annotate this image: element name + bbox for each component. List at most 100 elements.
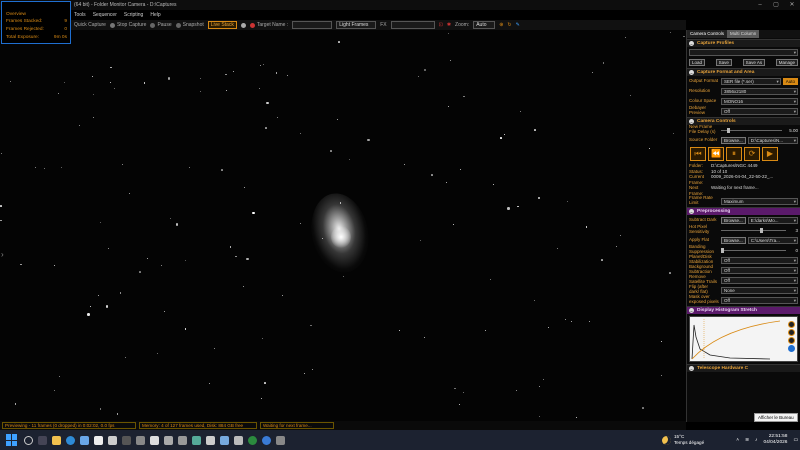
histogram-chart[interactable]	[689, 316, 798, 362]
weather-widget[interactable]: 15°C Temps dégagé	[662, 434, 704, 446]
manage-button[interactable]: Manage	[775, 58, 798, 66]
menu-sequencer[interactable]: Sequencer	[93, 12, 117, 18]
settings-icon[interactable]	[276, 435, 285, 445]
mask-select[interactable]: Off	[721, 296, 798, 304]
wifi-icon[interactable]: ≋	[745, 438, 749, 443]
new-frame-delay-slider[interactable]	[721, 127, 782, 133]
settings-icon[interactable]	[788, 337, 795, 344]
browser-icon[interactable]	[262, 435, 271, 445]
auto-button[interactable]: Auto	[782, 77, 798, 85]
sharpcap-icon[interactable]	[122, 435, 131, 445]
menu-help[interactable]: Help	[150, 12, 160, 18]
pause-icon[interactable]: ⏸	[726, 147, 742, 161]
windows-start-icon[interactable]	[6, 434, 18, 446]
tool-icon[interactable]	[136, 435, 145, 445]
maximize-icon[interactable]: ▢	[768, 0, 784, 10]
subtract-dark-browse-button[interactable]: Browse...	[721, 216, 746, 224]
output-format-select[interactable]: SER file (*.ser)	[721, 77, 781, 85]
target-name-input[interactable]	[292, 21, 333, 29]
chevron-up-icon[interactable]: ˄	[736, 438, 739, 443]
profile-select[interactable]	[689, 48, 798, 56]
telescope-header[interactable]: – Telescope Hardware C	[687, 364, 800, 372]
collapse-icon[interactable]: –	[689, 70, 694, 75]
preprocessing-header[interactable]: – Preprocessing	[687, 207, 800, 215]
menu-scripting[interactable]: Scripting	[124, 12, 143, 18]
document-icon[interactable]	[150, 435, 159, 445]
capture-profiles-header[interactable]: – Capture Profiles	[687, 39, 800, 47]
chrome-icon[interactable]	[248, 435, 257, 445]
rewind-icon[interactable]: ⏪	[708, 147, 724, 161]
task-view-icon[interactable]	[38, 435, 47, 445]
display-icon[interactable]	[206, 435, 215, 445]
collapse-icon[interactable]: –	[689, 366, 694, 371]
save-as-button[interactable]: Save As	[742, 58, 766, 66]
hot-pixel-slider[interactable]	[721, 227, 786, 233]
collapse-icon[interactable]: –	[689, 308, 694, 313]
notepad-icon[interactable]	[94, 435, 103, 445]
volume-icon[interactable]: ♪	[755, 438, 757, 443]
banding-slider[interactable]	[721, 247, 786, 253]
video-icon[interactable]	[178, 435, 187, 445]
flatten-select[interactable]: Off	[721, 256, 798, 264]
eyedropper-icon[interactable]: ✎	[516, 22, 520, 28]
debayer-select[interactable]: Off	[721, 107, 798, 115]
edge-icon[interactable]	[66, 435, 75, 445]
printer-icon[interactable]	[108, 435, 117, 445]
game-icon[interactable]	[192, 435, 201, 445]
menu-tools[interactable]: Tools	[74, 12, 86, 18]
tab-camera-controls[interactable]: Camera Controls	[687, 30, 728, 38]
slider-knob[interactable]	[760, 227, 763, 233]
search-icon[interactable]	[24, 435, 33, 445]
frame-rate-select[interactable]: Maximum	[721, 197, 798, 205]
reset-stretch-icon[interactable]	[788, 329, 795, 336]
grid-icon[interactable]: ✱	[447, 22, 451, 28]
pause-button[interactable]: Pause	[150, 22, 172, 28]
store-icon[interactable]	[80, 435, 89, 445]
snapshot-button[interactable]: Snapshot	[175, 22, 204, 28]
file-explorer-icon[interactable]	[52, 435, 61, 445]
capture-format-header[interactable]: – Capture Format and Area	[687, 68, 800, 76]
apply-flat-select[interactable]: C:\Users\Tra...	[747, 236, 798, 244]
save-button[interactable]: Save	[715, 58, 732, 66]
stop-capture-button[interactable]: Stop Capture	[109, 22, 146, 28]
quick-capture-button[interactable]: Quick Capture	[74, 22, 106, 28]
browse-button[interactable]: Browse...	[721, 136, 746, 144]
fit-icon[interactable]: ⊕	[499, 22, 503, 28]
crosshair-icon[interactable]: ⊡	[439, 22, 443, 28]
collapse-icon[interactable]: –	[689, 41, 694, 46]
resolution-select[interactable]: 3856x2180	[721, 87, 798, 95]
colour-space-select[interactable]: MONO16	[721, 97, 798, 105]
clock[interactable]: 22:51:58 04/04/2026	[763, 434, 787, 446]
slider-knob[interactable]	[727, 127, 731, 133]
new-frame-delay-value[interactable]: 5.00	[784, 128, 798, 133]
slider-knob[interactable]	[721, 247, 724, 253]
refresh-icon[interactable]: ↻	[507, 22, 511, 28]
gallery-icon[interactable]	[164, 435, 173, 445]
loop-icon[interactable]: ⟳	[744, 147, 760, 161]
app-icon[interactable]	[234, 435, 243, 445]
live-stack-button[interactable]: Live Stack	[207, 21, 237, 29]
skip-back-icon[interactable]: ⏮	[690, 147, 706, 161]
chevron-right-icon[interactable]: ›	[1, 250, 4, 259]
close-icon[interactable]: ✕	[784, 0, 800, 10]
flip-select[interactable]: None	[721, 286, 798, 294]
collapse-icon[interactable]: –	[689, 209, 694, 214]
record-icon[interactable]	[240, 22, 246, 28]
subtract-dark-select[interactable]: E:\darks\Mo...	[747, 216, 798, 224]
histogram-header[interactable]: – Display Histogram Stretch	[687, 306, 800, 314]
remove-sat-select[interactable]: Off	[721, 276, 798, 284]
notification-icon[interactable]: ▭	[793, 438, 798, 443]
auto-stretch-icon[interactable]	[788, 321, 795, 328]
frame-type-select[interactable]: Light Frames	[336, 21, 377, 29]
minimize-icon[interactable]: –	[752, 0, 768, 10]
apply-flat-browse-button[interactable]: Browse...	[721, 236, 746, 244]
lock-icon[interactable]	[788, 345, 795, 352]
play-icon[interactable]: ▶	[762, 147, 778, 161]
hot-pixel-value[interactable]: 3	[788, 228, 798, 233]
bg-sub-select[interactable]: Off	[721, 266, 798, 274]
image-viewport[interactable]: ›	[0, 30, 686, 421]
network-icon[interactable]	[220, 435, 229, 445]
fx-select[interactable]	[390, 21, 435, 29]
banding-value[interactable]: 0	[788, 248, 798, 253]
tab-multi-column[interactable]: Multi Column	[727, 30, 760, 38]
